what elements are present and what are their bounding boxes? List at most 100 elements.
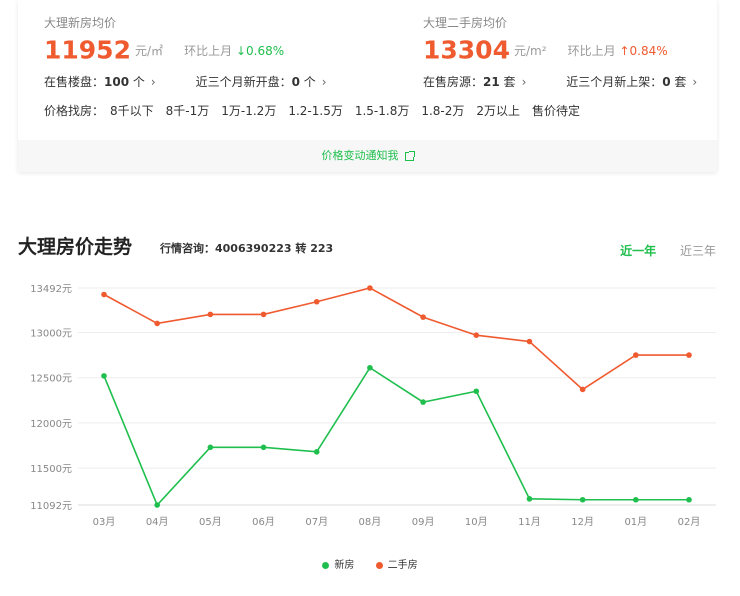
second-hand-recent-link[interactable]: 近三个月新上架：0 套 › [566,73,697,90]
x-tick-label: 11月 [518,516,541,528]
tab-one-year[interactable]: 近一年 [620,244,656,258]
legend-item-second[interactable]: 二手房 [375,556,418,571]
x-tick-label: 12月 [571,516,594,528]
series-point-0 [686,496,692,503]
hotline-text: 行情咨询：4006390223 转 223 [160,242,334,255]
series-point-0 [313,449,320,455]
series-point-0 [526,496,533,502]
second-hand-onsale-link[interactable]: 在售房源：21 套 › [423,73,526,90]
series-line-1 [103,287,689,391]
price-filter-option[interactable]: 1.2-1.5万 [288,104,343,118]
x-tick-label: 10月 [465,516,488,528]
second-hand-label: 大理二手房均价 [423,16,508,30]
series-point-0 [260,444,267,451]
y-tick-label: 11500元 [30,464,72,475]
range-tabs: 近一年 近三年 [600,242,716,259]
series-point-0 [633,496,639,503]
new-house-mom: 环比上月 ↓0.68% [184,44,284,58]
price-filter-option[interactable]: 8千-1万 [166,104,210,118]
new-house-label: 大理新房均价 [44,16,117,30]
series-point-1 [579,386,586,393]
x-tick-label: 09月 [412,516,435,528]
second-hand-recent-count: 0 [662,75,671,89]
second-hand-onsale-unit: 套 [503,75,516,89]
price-filter-option[interactable]: 1.8-2万 [421,104,464,118]
price-filter-label: 价格找房： [44,104,105,118]
second-hand-recent-label: 近三个月新上架： [566,75,663,89]
legend-dot-new [322,561,330,569]
series-point-1 [260,311,267,318]
series-point-1 [207,311,214,318]
second-hand-mom-label: 环比上月 [567,43,616,58]
price-filter-option[interactable]: 售价待定 [532,104,580,118]
new-house-onsale-link[interactable]: 在售楼盘：100 个 › [44,73,156,90]
legend-label-second: 二手房 [387,560,418,571]
series-point-1 [367,285,373,291]
second-hand-price: 13304 [423,35,510,65]
series-point-0 [367,364,373,371]
new-house-onsale-label: 在售楼盘： [44,75,105,89]
series-point-1 [473,332,480,338]
series-point-1 [420,314,426,320]
price-filter-row: 价格找房： 8千以下 8千-1万 1万-1.2万 1.2-1.5万 1.5-1.8万 1.8… [44,102,592,119]
series-point-1 [154,320,160,327]
series-point-1 [313,298,320,305]
chevron-right-icon: › [150,75,156,89]
legend-dot-second [375,561,383,569]
price-filter-option[interactable]: 8千以下 [110,104,154,118]
chevron-right-icon: › [321,75,327,89]
second-hand-onsale-label: 在售房源： [423,75,484,89]
series-point-0 [154,502,160,508]
new-house-summary: 大理新房均价 11952 元/㎡ 环比上月 ↓0.68% 在售楼盘：100 个 › … [44,14,327,90]
tab-three-years[interactable]: 近三年 [680,244,716,258]
new-house-mom-label: 环比上月 [184,43,233,58]
legend-item-new[interactable]: 新房 [322,556,354,571]
series-point-1 [101,291,107,298]
x-tick-label: 05月 [199,516,222,528]
new-house-recent-label: 近三个月新开盘： [195,75,292,89]
series-point-0 [101,373,107,379]
second-hand-recent-unit: 套 [674,75,687,89]
second-hand-unit: 元/m² [513,43,547,58]
y-tick-label: 12000元 [30,419,72,430]
new-house-recent-link[interactable]: 近三个月新开盘：0 个 › [196,73,327,90]
notify-label: 价格变动通知我 [321,149,399,162]
x-tick-label: 04月 [146,516,169,528]
price-filter-option[interactable]: 2万以上 [476,104,520,118]
y-tick-label: 13000元 [30,328,72,339]
chevron-right-icon: › [521,75,527,89]
price-filter-option[interactable]: 1万-1.2万 [221,104,276,118]
x-tick-label: 03月 [93,516,116,528]
series-point-1 [526,338,533,345]
y-tick-label: 12500元 [30,374,72,385]
x-tick-label: 06月 [252,516,275,528]
external-link-icon [404,150,415,161]
series-point-0 [207,444,214,451]
series-point-1 [633,352,639,358]
series-point-0 [420,399,426,405]
new-house-onsale-unit: 个 [132,75,145,89]
x-tick-label: 08月 [359,516,382,528]
new-house-unit: 元/㎡ [134,43,164,58]
second-hand-summary: 大理二手房均价 13304 元/m² 环比上月 ↑0.84% 在售房源：21 套 ›… [423,14,697,90]
second-hand-onsale-count: 21 [483,75,500,89]
legend-label-new: 新房 [334,560,355,571]
second-hand-mom: 环比上月 ↑0.84% [568,44,668,58]
y-tick-label: 11092元 [30,501,72,512]
chevron-right-icon: › [692,75,698,89]
x-tick-label: 01月 [624,516,647,528]
series-point-1 [686,352,692,358]
new-house-onsale-count: 100 [104,75,130,89]
series-point-0 [473,388,480,395]
new-house-recent-count: 0 [291,75,300,89]
series-line-0 [103,366,689,507]
series-point-0 [579,496,586,503]
trend-title: 大理房价走势 [18,236,133,258]
y-tick-label: 13492元 [30,284,72,295]
price-filter-option[interactable]: 1.5-1.8万 [355,104,410,118]
price-trend-chart: 13492元 13000元 12500元 12000元 11500元 11092元 03月 0… [30,284,716,528]
chart-legend: 新房 二手房 [0,556,740,571]
price-change-notify-button[interactable]: 价格变动通知我 [18,140,717,172]
second-hand-mom-value: ↑0.84% [619,43,668,58]
x-tick-label: 02月 [678,516,701,528]
